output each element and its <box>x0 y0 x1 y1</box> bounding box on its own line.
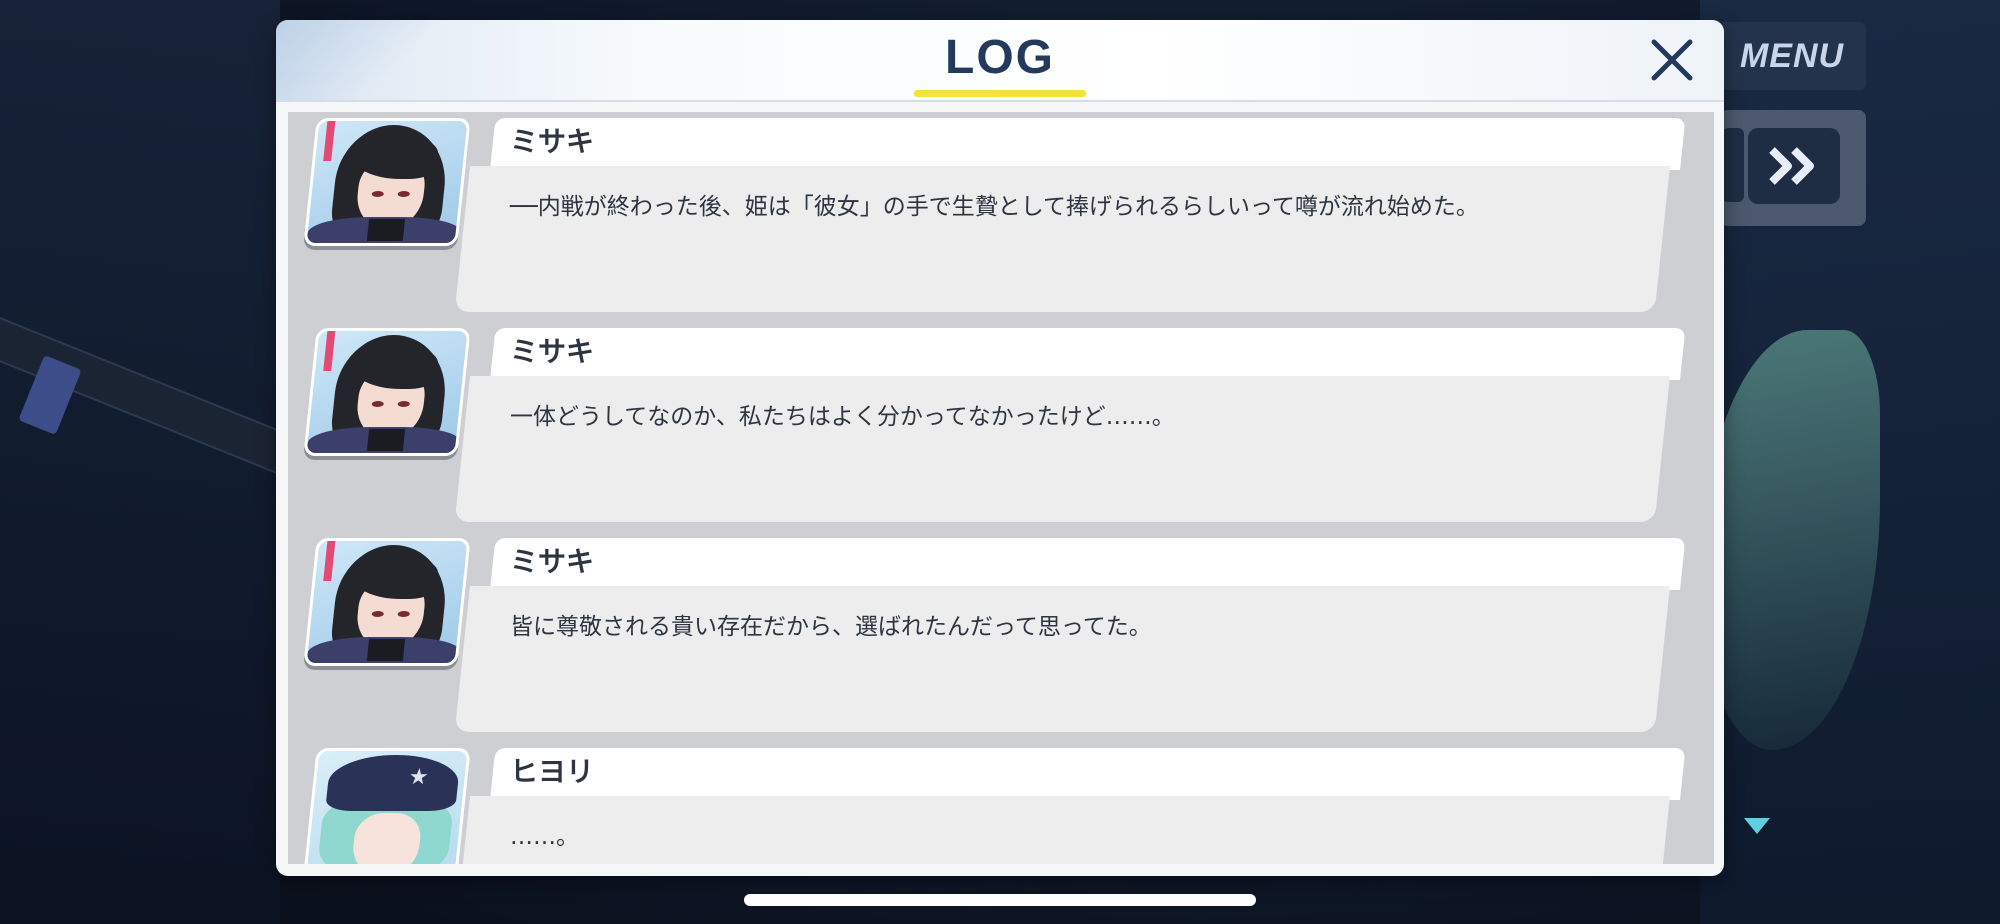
home-indicator[interactable] <box>744 894 1256 906</box>
speaker-name: ミサキ <box>510 335 595 368</box>
misaki-portrait <box>303 538 471 666</box>
message-bubble: ミサキ 皆に尊敬される貴い存在だから、選ばれたんだって思ってた。 <box>454 538 1686 732</box>
speaker-tab <box>490 748 1686 800</box>
speaker-tab <box>490 328 1686 380</box>
speaker-name: ヒヨリ <box>510 755 595 788</box>
close-icon <box>1651 39 1693 81</box>
fast-forward-button[interactable] <box>1748 128 1840 204</box>
message-bubble: ミサキ 一体どうしてなのか、私たちはよく分かってなかったけど……。 <box>454 328 1686 522</box>
background-building-left <box>0 0 280 924</box>
log-entry: ★ ヒヨリ ……。 <box>288 742 1714 864</box>
message-text: 一体どうしてなのか、私たちはよく分かってなかったけど……。 <box>510 404 1175 430</box>
message-text: ──内戦が終わった後、姫は「彼女」の手で生贄として捧げられるらしいって噂が流れ始… <box>510 194 1479 220</box>
message-bubble: ミサキ ──内戦が終わった後、姫は「彼女」の手で生贄として捧げられるらしいって噂… <box>454 118 1686 312</box>
message-bubble: ヒヨリ ……。 <box>454 748 1686 864</box>
misaki-portrait <box>303 118 471 246</box>
speaker-name: ミサキ <box>510 545 595 578</box>
message-text: 皆に尊敬される貴い存在だから、選ばれたんだって思ってた。 <box>510 614 1152 640</box>
log-entry: ミサキ 一体どうしてなのか、私たちはよく分かってなかったけど……。 <box>288 322 1714 522</box>
message-text: ……。 <box>510 824 579 850</box>
speaker-tab <box>490 118 1686 170</box>
menu-button[interactable]: MENU <box>1718 22 1866 90</box>
speaker-tab <box>490 538 1686 590</box>
log-header: LOG <box>276 20 1724 102</box>
log-list[interactable]: ミサキ ──内戦が終わった後、姫は「彼女」の手で生贄として捧げられるらしいって噂… <box>288 112 1714 864</box>
auto-button[interactable] <box>1722 128 1744 202</box>
close-button[interactable] <box>1642 30 1702 90</box>
next-arrow-icon <box>1744 818 1770 834</box>
misaki-portrait <box>303 328 471 456</box>
log-panel: LOG ミサキ ──内戦が終わった後、姫は「彼女」の手で生贄として捧げられるらし… <box>276 20 1724 876</box>
fast-forward-icon <box>1769 147 1814 185</box>
speaker-name: ミサキ <box>510 125 595 158</box>
log-entry: ミサキ 皆に尊敬される貴い存在だから、選ばれたんだって思ってた。 <box>288 532 1714 732</box>
hiyori-portrait: ★ <box>303 748 471 864</box>
title-underline <box>914 90 1086 97</box>
log-title: LOG <box>945 31 1055 84</box>
log-entry: ミサキ ──内戦が終わった後、姫は「彼女」の手で生贄として捧げられるらしいって噂… <box>288 112 1714 312</box>
